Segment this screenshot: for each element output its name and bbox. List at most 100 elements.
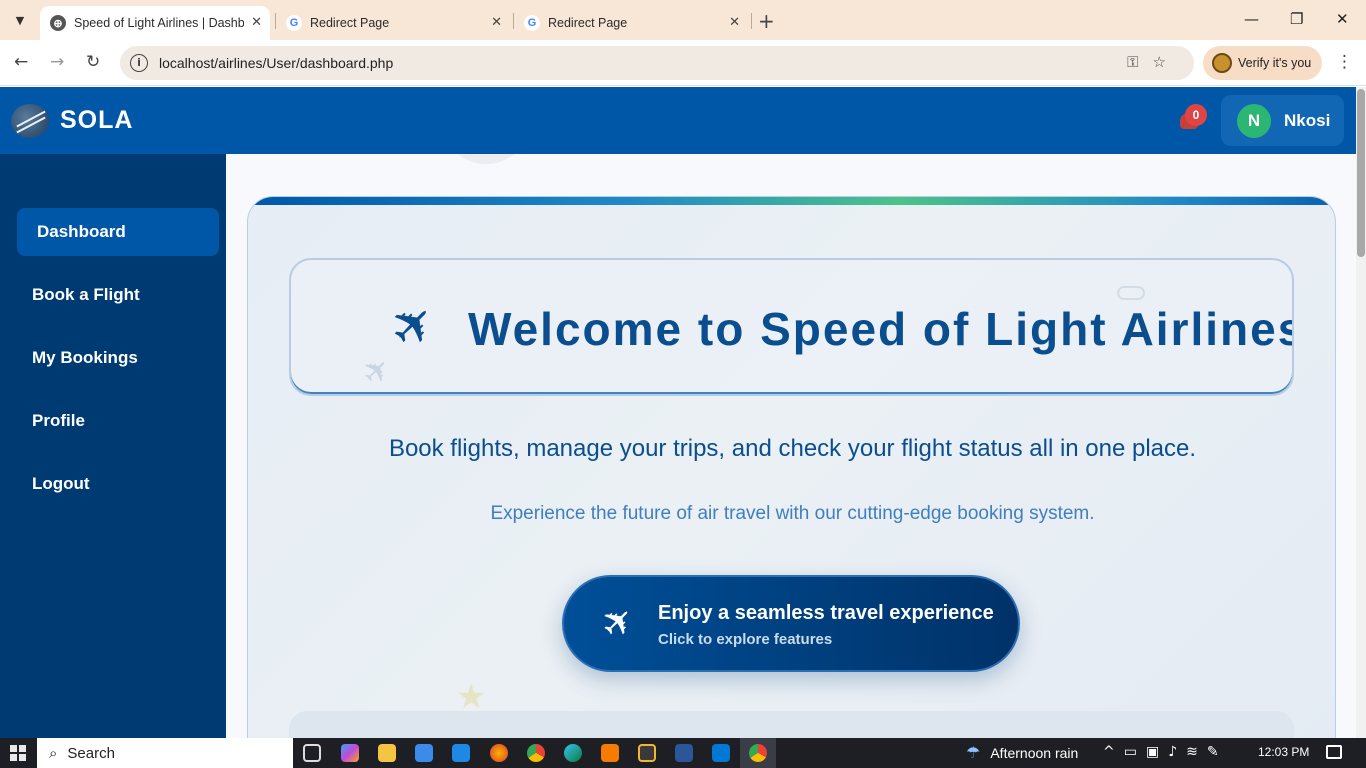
rain-icon: ☂ (966, 743, 981, 762)
user-name: Nkosi (1284, 110, 1331, 130)
meet-icon[interactable]: ▣ (1146, 744, 1168, 760)
store-icon[interactable] (415, 744, 433, 762)
card-accent-bar (248, 197, 1335, 205)
chrome-icon[interactable] (527, 744, 545, 762)
forward-icon[interactable]: → (50, 52, 64, 72)
omnibox-actions: ⚿☆ (1127, 53, 1180, 71)
sidebar: Dashboard Book a Flight My Bookings Prof… (0, 154, 226, 738)
system-tray: ^▭▣♪≋✎ (1103, 744, 1228, 760)
tab-redirect-1[interactable]: G Redirect Page ✕ (276, 6, 510, 40)
browser-menu-icon[interactable]: ⋮ (1336, 52, 1353, 72)
cloud-icon (1117, 286, 1145, 300)
weather-widget[interactable]: ☂ Afternoon rain (966, 743, 1078, 762)
logo-text[interactable]: SOLA (60, 106, 133, 135)
logo-icon (11, 104, 49, 138)
plane-icon: ✈ (591, 595, 645, 649)
profile-verify-label: Verify it's you (1238, 56, 1312, 70)
browser-tab-bar: ▼ ⊕ Speed of Light Airlines | Dashbo ✕ G… (0, 0, 1366, 40)
tab-title: Redirect Page (310, 16, 390, 30)
search-icon: ⌕ (49, 744, 58, 762)
tab-separator (751, 13, 752, 29)
notification-center-icon[interactable] (1326, 745, 1342, 759)
page-scrollbar[interactable] (1356, 87, 1366, 738)
word-icon[interactable] (675, 744, 693, 762)
copilot-icon[interactable] (341, 744, 359, 762)
lower-panel (289, 711, 1294, 738)
url-text: localhost/airlines/User/dashboard.php (159, 55, 393, 71)
vscode-icon[interactable] (712, 744, 730, 762)
app-icon[interactable] (638, 744, 656, 762)
tab-dashboard[interactable]: ⊕ Speed of Light Airlines | Dashbo ✕ (40, 6, 270, 40)
subheadline: Experience the future of air travel with… (490, 503, 1095, 524)
clock[interactable]: 12:03 PM (1258, 745, 1309, 759)
cta-title: Enjoy a seamless travel experience (658, 602, 994, 624)
cta-subtitle: Click to explore features (658, 631, 833, 648)
edge-icon[interactable] (564, 744, 582, 762)
back-icon[interactable]: ← (14, 52, 28, 72)
restore-icon[interactable]: ❐ (1290, 10, 1303, 28)
task-view-icon[interactable] (303, 744, 321, 762)
tab-search-dropdown-icon[interactable]: ▼ (8, 8, 32, 32)
headline: Book flights, manage your trips, and che… (388, 435, 1197, 462)
tab-title: Speed of Light Airlines | Dashbo (74, 16, 244, 30)
close-tab-icon[interactable]: ✕ (729, 15, 740, 30)
plane-icon: ✈ (377, 289, 451, 363)
profile-verify-button[interactable]: Verify it's you (1203, 46, 1322, 80)
pen-icon[interactable]: ✎ (1207, 744, 1228, 760)
chevron-up-icon[interactable]: ^ (1103, 744, 1124, 760)
plane-decor-icon: ✈ (353, 348, 400, 394)
mail-icon[interactable] (452, 744, 470, 762)
sidebar-item-my-bookings[interactable]: My Bookings (17, 334, 219, 382)
avatar: N (1237, 103, 1271, 138)
explore-features-button[interactable]: ✈ Enjoy a seamless travel experience Cli… (562, 575, 1020, 672)
xampp-icon[interactable] (601, 744, 619, 762)
notification-button[interactable]: 0 (1176, 104, 1207, 134)
scrollbar-thumb[interactable] (1357, 89, 1365, 257)
address-bar[interactable]: i localhost/airlines/User/dashboard.php … (120, 46, 1194, 80)
app-header: SOLA 0 N Nkosi (0, 87, 1356, 154)
globe-icon: ⊕ (50, 15, 66, 31)
welcome-banner: ✈ ✈ Welcome to Speed of Light Airlines (289, 258, 1294, 396)
profile-avatar-icon (1212, 53, 1232, 73)
weather-text: Afternoon rain (990, 744, 1079, 761)
sidebar-item-dashboard[interactable]: Dashboard (17, 208, 219, 256)
user-menu[interactable]: N Nkosi (1221, 95, 1344, 146)
sidebar-item-label: Dashboard (37, 222, 126, 241)
taskbar: ⌕ Search ☂ Afternoon rain ^▭▣♪≋✎ 12:03 P… (0, 738, 1366, 768)
battery-icon[interactable]: ▭ (1124, 744, 1146, 760)
sidebar-item-logout[interactable]: Logout (17, 460, 219, 508)
wifi-icon[interactable]: ≋ (1186, 744, 1207, 760)
volume-icon[interactable]: ♪ (1168, 744, 1186, 760)
decorative-circle (446, 154, 526, 164)
password-key-icon[interactable]: ⚿ (1127, 53, 1152, 71)
taskbar-search[interactable]: ⌕ Search (37, 738, 293, 768)
close-tab-icon[interactable]: ✕ (491, 15, 502, 30)
sidebar-item-book-a-flight[interactable]: Book a Flight (17, 271, 219, 319)
sidebar-item-label: Profile (32, 411, 85, 430)
app-icon[interactable] (490, 744, 508, 762)
bookmark-star-icon[interactable]: ☆ (1153, 53, 1180, 71)
notification-badge: 0 (1185, 104, 1207, 126)
browser-toolbar: ← → ↻ i localhost/airlines/User/dashboar… (0, 40, 1366, 86)
sidebar-item-label: My Bookings (32, 348, 138, 367)
close-tab-icon[interactable]: ✕ (251, 15, 262, 30)
windows-start-icon[interactable] (10, 745, 26, 761)
tab-redirect-2[interactable]: G Redirect Page ✕ (514, 6, 748, 40)
close-window-icon[interactable]: ✕ (1336, 10, 1349, 28)
url-path: /airlines/User/dashboard.php (214, 55, 394, 71)
sidebar-item-label: Book a Flight (32, 285, 140, 304)
site-info-icon[interactable]: i (130, 54, 148, 72)
reload-icon[interactable]: ↻ (86, 52, 100, 72)
chrome-active-icon[interactable] (749, 744, 767, 762)
sidebar-item-label: Logout (32, 474, 90, 493)
file-explorer-icon[interactable] (378, 744, 396, 762)
welcome-card: ✈ ✈ Welcome to Speed of Light Airlines B… (247, 196, 1336, 738)
sidebar-item-profile[interactable]: Profile (17, 397, 219, 445)
google-icon: G (286, 15, 302, 31)
google-icon: G (524, 15, 540, 31)
page-title: Welcome to Speed of Light Airlines (468, 303, 1294, 355)
minimize-icon[interactable]: — (1244, 10, 1259, 28)
main-content: ✈ ✈ Welcome to Speed of Light Airlines B… (226, 154, 1356, 738)
url-host: localhost (159, 55, 215, 71)
new-tab-icon[interactable]: + (758, 9, 775, 33)
